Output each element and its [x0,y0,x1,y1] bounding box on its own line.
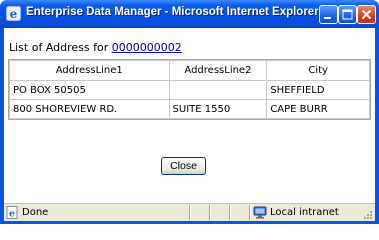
minimize-button[interactable] [319,5,338,24]
column-header-addressline2: AddressLine2 [168,60,268,81]
table-header-row: AddressLine1 AddressLine2 City [9,60,370,81]
resize-grip-icon[interactable] [361,208,373,220]
cell-addressline2: SUITE 1550 [168,99,268,119]
cell-addressline1: PO BOX 50505 [9,80,170,100]
local-intranet-icon [253,206,267,219]
heading-label: List of Address for [9,41,109,54]
status-divider [249,205,251,220]
cell-city: SHEFFIELD [266,80,370,100]
close-button[interactable]: Close [161,157,206,175]
maximize-button[interactable] [338,5,357,24]
svg-text:e: e [10,7,18,21]
cell-city: CAPE BURR [266,99,370,119]
column-header-addressline1: AddressLine1 [9,60,170,81]
svg-text:e: e [9,210,15,220]
status-divider [209,205,211,220]
cell-addressline2 [168,80,268,100]
security-zone-text: Local intranet [270,207,339,218]
window-title: Enterprise Data Manager - Microsoft Inte… [26,6,318,18]
status-bar: e Done Local intranet [4,203,375,221]
maximize-icon [342,9,353,20]
address-table: AddressLine1 AddressLine2 City PO BOX 50… [8,59,371,120]
browser-popup-window: e Enterprise Data Manager - Microsoft In… [0,0,379,224]
title-bar[interactable]: e Enterprise Data Manager - Microsoft In… [0,0,379,28]
close-window-button[interactable] [357,5,376,24]
page-done-icon: e [6,206,18,220]
status-text: Done [22,207,49,218]
close-icon [361,9,372,20]
page-heading: List of Address for 0000000002 [9,41,182,54]
table-row: PO BOX 50505 SHEFFIELD [9,80,370,100]
minimize-icon [324,17,331,19]
cell-addressline1: 800 SHOREVIEW RD. [9,99,170,119]
table-row: 800 SHOREVIEW RD. SUITE 1550 CAPE BURR [9,99,370,119]
status-divider [189,205,191,220]
page-content: List of Address for 0000000002 AddressLi… [4,28,375,203]
record-id-link[interactable]: 0000000002 [112,41,182,54]
internet-explorer-icon: e [6,6,21,21]
status-divider [229,205,231,220]
column-header-city: City [266,60,370,81]
